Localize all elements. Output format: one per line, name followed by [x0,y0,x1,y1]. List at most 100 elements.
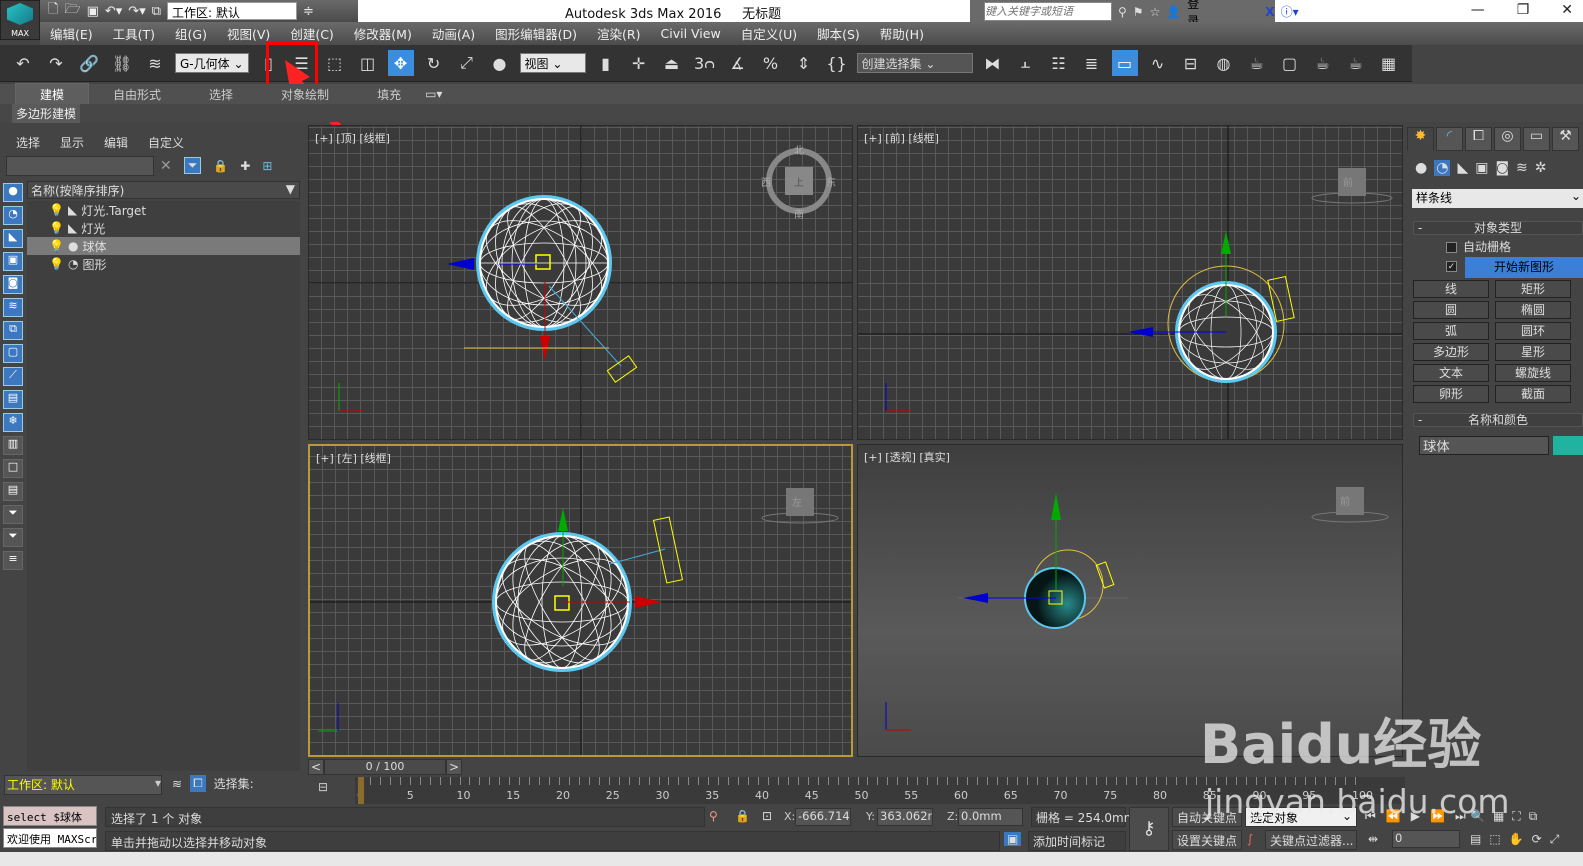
explorer-menu-select[interactable]: 选择 [16,134,40,151]
manipulate-icon[interactable]: ✛ [626,50,652,76]
layers-icon[interactable]: ≋ [172,777,182,791]
subscription-icon[interactable]: ⚑ [1133,5,1144,19]
shape-category-dropdown[interactable]: 样条线 ⌄ [1412,189,1583,208]
circle-button[interactable]: 圆 [1413,301,1489,319]
binoculars-icon[interactable]: ⚲ [1118,5,1127,19]
scene-explorer-icon[interactable]: ☷ [1046,50,1072,76]
spacewarps-filter-icon[interactable]: ≋ [3,298,23,317]
filter-icon[interactable]: ⏷ [183,157,202,174]
favorites-star-icon[interactable]: ☆ [1150,5,1161,19]
percent-snap-icon[interactable]: % [758,50,784,76]
minimize-icon[interactable]: — [1471,2,1485,18]
align-icon[interactable]: ⫠ [1013,50,1039,76]
open-mini-curve-editor-icon[interactable]: ⊟ [318,780,328,794]
name-color-rollout-header[interactable]: - 名称和颜色 [1413,413,1583,427]
select-and-place-icon[interactable]: ● [487,50,513,76]
user-icon[interactable]: 👤 [1166,5,1181,19]
explorer-menu-display[interactable]: 显示 [60,134,84,151]
schematic-view-icon[interactable]: ⊟ [1178,50,1204,76]
viewport-label[interactable]: [+] [左] [线框] [316,450,391,466]
fov-icon[interactable]: ▤ [1470,832,1481,847]
set-key-icon[interactable]: ⚷ [1129,807,1169,851]
utilities-tab-icon[interactable]: ⚒ [1552,127,1579,151]
set-key-button[interactable]: 设置关键点 [1172,830,1242,850]
explorer-search-input[interactable] [6,156,154,176]
close-icon[interactable]: ✕ [1561,2,1573,18]
customize-qat-icon[interactable]: ≑ [303,4,314,19]
add-time-tag-button[interactable]: 添加时间标记 [1028,831,1126,851]
cameras-icon[interactable]: ▣ [1475,160,1488,176]
time-tag-icon[interactable]: ▣ [1004,832,1022,846]
light-bulb-icon[interactable]: 💡 [49,221,64,235]
zoom-extents-icon[interactable]: ⛶ [1512,809,1520,824]
hierarchy-tab-icon[interactable]: ⧠ [1465,127,1492,151]
invert-display-icon[interactable]: ▤ [3,482,23,501]
display-tab-icon[interactable]: ▭ [1523,127,1550,151]
section-button[interactable]: 截面 [1495,385,1571,403]
render-production-icon[interactable]: ☕ [1310,50,1336,76]
polygon-modeling-panel[interactable]: 多边形建模 [12,104,81,123]
keyboard-shortcut-override-icon[interactable]: ⏏ [659,50,685,76]
angle-snap-icon[interactable]: ∡ [725,50,751,76]
menu-create[interactable]: 创建(C) [280,24,343,43]
menu-group[interactable]: 组(G) [165,24,217,43]
menu-views[interactable]: 视图(V) [217,24,280,43]
exchange-icon[interactable]: X [1265,5,1274,19]
groups-filter-icon[interactable]: ⧉ [3,321,23,340]
egg-button[interactable]: 卵形 [1413,385,1489,403]
time-slider-thumb[interactable]: 0 / 100 [324,759,446,775]
viewport-top[interactable]: 北 南 西 东 上 [+] [顶] [线框] [308,125,853,440]
start-new-shape-button[interactable]: 开始新图形 [1465,257,1583,278]
display-none-icon[interactable]: □ [3,459,23,478]
orbit-icon[interactable]: ⟳ [1532,832,1542,847]
x-coordinate-input[interactable]: -666.714mm [795,808,851,826]
modify-tab-icon[interactable]: ◜ [1436,127,1463,151]
key-filters-button[interactable]: 关键点过滤器... [1265,830,1357,850]
helix-button[interactable]: 螺旋线 [1495,364,1571,382]
viewport-label[interactable]: [+] [前] [线框] [864,130,939,146]
next-frame-icon[interactable]: > [446,759,462,775]
render-setup-icon[interactable]: ☕ [1244,50,1270,76]
menu-animation[interactable]: 动画(A) [422,24,485,43]
shapes-filter-icon[interactable]: ◔ [3,206,23,225]
ellipse-button[interactable]: 椭圆 [1495,301,1571,319]
tab-selection[interactable]: 选择 [185,84,257,105]
bind-space-warp-icon[interactable]: ≋ [142,50,168,76]
lights-filter-icon[interactable]: ◣ [3,229,23,248]
menu-rendering[interactable]: 渲染(R) [587,24,650,43]
tab-freeform[interactable]: 自由形式 [89,84,185,105]
material-editor-icon[interactable]: ◍ [1211,50,1237,76]
reference-coord-dropdown[interactable]: 视图 ⌄ [519,53,586,73]
pivot-center-icon[interactable]: ▮ [593,50,619,76]
restore-icon[interactable]: ❐ [1517,2,1530,18]
pan-icon[interactable]: ✋ [1509,832,1524,847]
hierarchy-icon[interactable]: ⧠ [190,775,206,792]
mirror-icon[interactable]: ⧓ [980,50,1006,76]
tab-object-paint[interactable]: 对象绘制 [257,84,353,105]
menu-tools[interactable]: 工具(T) [103,24,165,43]
key-mode-icon[interactable]: ⇹ [1368,832,1378,846]
explorer-menu-edit[interactable]: 编辑 [104,134,128,151]
star-button[interactable]: 星形 [1495,343,1571,361]
help-icon[interactable]: ⓘ▾ [1281,3,1299,20]
add-to-selection-icon[interactable]: ✚ [240,159,250,173]
filter-funnel-icon[interactable]: ⏷ [3,505,23,524]
selection-lock-icon[interactable]: 🔒 [735,809,750,823]
explorer-menu-customize[interactable]: 自定义 [148,134,184,151]
redo-icon[interactable]: ↷▾ [128,4,145,19]
ribbon-options-icon[interactable]: ▭▾ [425,87,442,101]
maxscript-listener-output[interactable]: select $球体 [3,806,97,826]
viewport-label[interactable]: [+] [透视] [真实] [864,449,950,465]
tree-item[interactable]: 💡 ◔ 图形 [27,255,300,273]
toggle-ribbon-icon[interactable]: ▭ [1111,50,1138,76]
region-zoom-icon[interactable]: ⬚ [1489,832,1500,847]
redo-icon[interactable]: ↷ [43,50,69,76]
isolate-selection-icon[interactable]: ⚲ [709,809,718,823]
light-bulb-icon[interactable]: 💡 [49,239,64,253]
tab-modeling[interactable]: 建模 [15,82,90,106]
name-column-header[interactable]: 名称(按降序排序) ▼ [27,181,300,199]
project-folder-icon[interactable]: ⧉ [152,4,161,19]
xrefs-filter-icon[interactable]: ▢ [3,344,23,363]
menu-modifiers[interactable]: 修改器(M) [344,24,422,43]
maximize-viewport-icon[interactable]: ⤢ [1550,832,1560,847]
